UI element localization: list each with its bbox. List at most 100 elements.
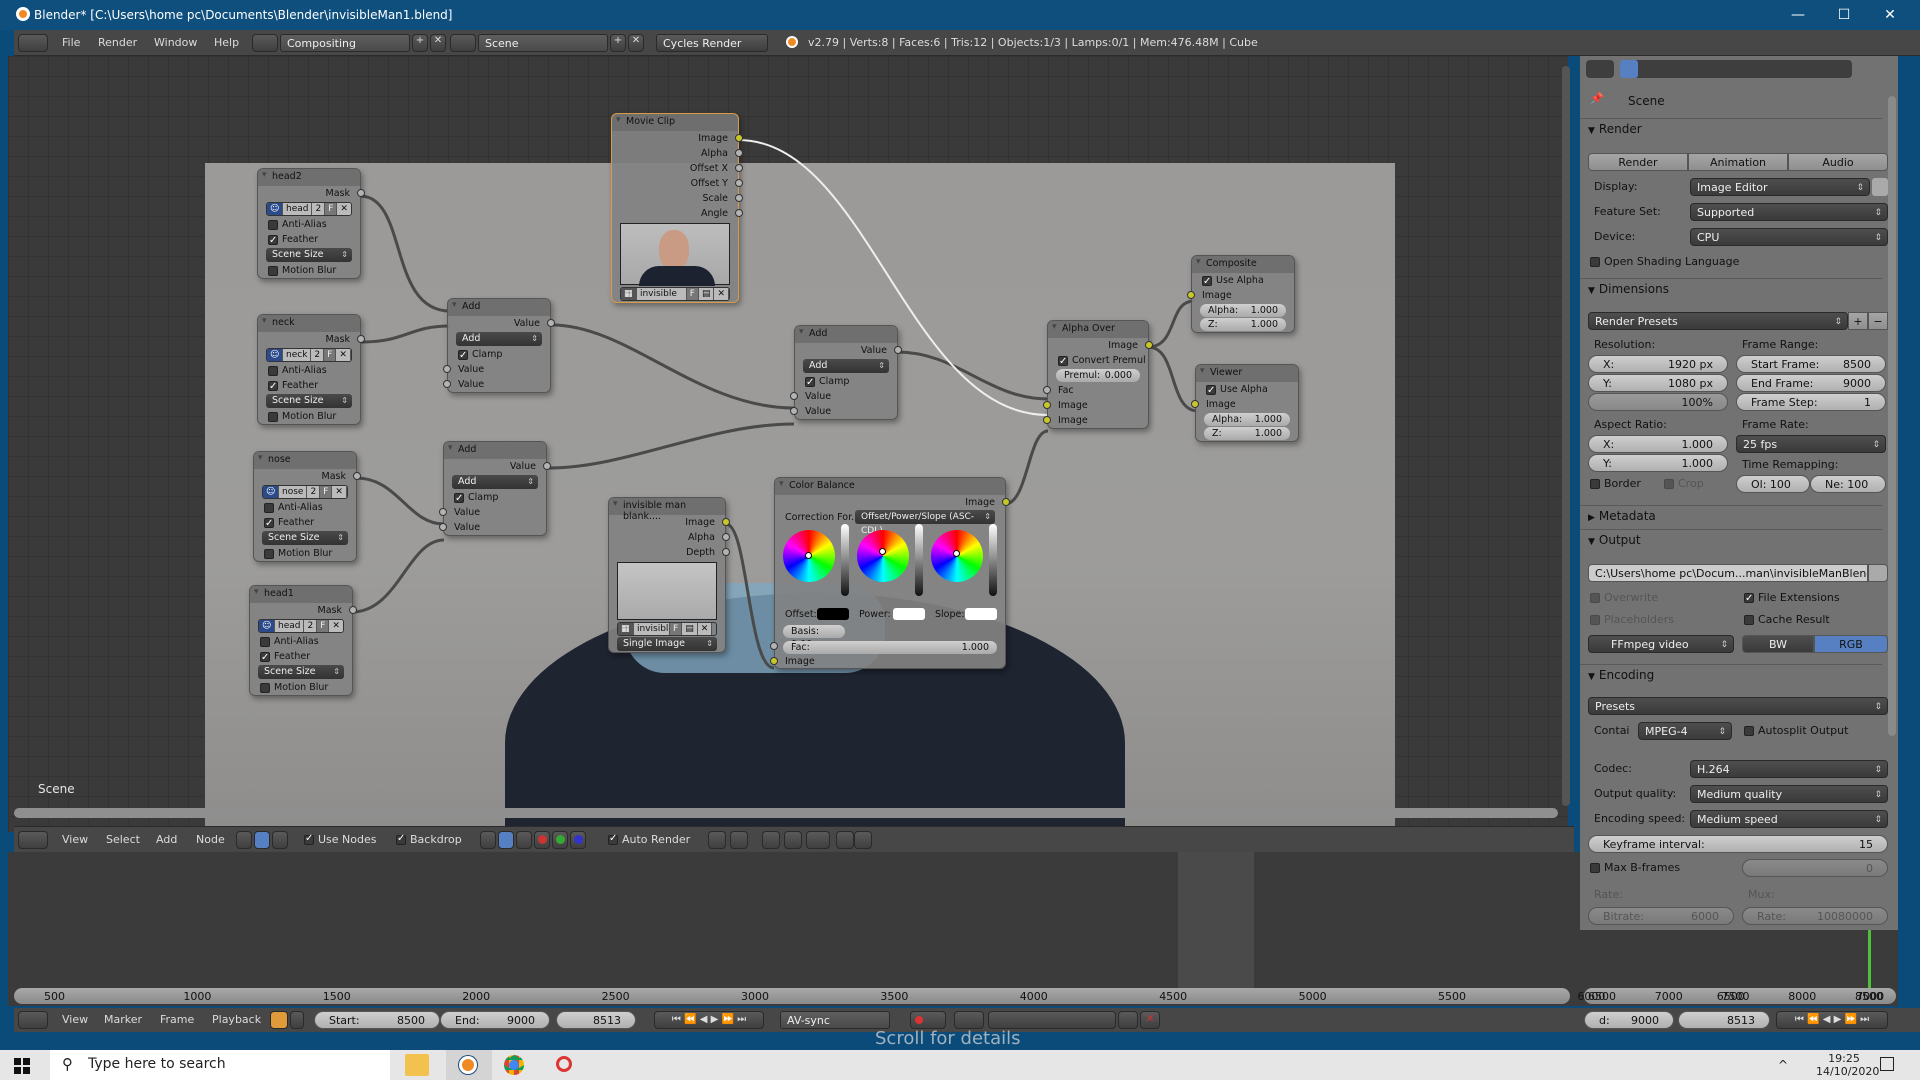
encoding-panel-header[interactable]: ▼ Encoding <box>1580 664 1882 684</box>
fake-user-button[interactable]: F <box>324 349 337 361</box>
image-input-socket[interactable] <box>1043 401 1051 409</box>
alpha-field[interactable]: Alpha: 1.000 <box>1204 413 1290 426</box>
alpha-output-socket[interactable] <box>735 149 743 157</box>
show-hidden-icons[interactable]: ^ <box>1778 1058 1788 1072</box>
slope-color-wheel[interactable] <box>931 530 983 582</box>
autosplit-checkbox[interactable]: Autosplit Output <box>1744 723 1848 739</box>
node-title[interactable]: Add <box>448 299 550 316</box>
aspect-x-field[interactable]: X: 1.000 <box>1588 435 1728 453</box>
minimize-button[interactable]: — <box>1775 0 1821 30</box>
menu-file[interactable]: File <box>62 36 80 49</box>
current-frame-field-right[interactable]: 8513 <box>1678 1011 1770 1029</box>
image-input-socket[interactable] <box>1191 400 1199 408</box>
snipping-tool-icon[interactable] <box>554 1054 574 1076</box>
fac-field[interactable]: Fac: 1.000 <box>783 641 997 654</box>
value-input-socket[interactable] <box>443 365 451 373</box>
math-node-add-2[interactable]: Add Value Add Clamp Value Value <box>439 441 551 536</box>
image-output-socket[interactable] <box>1145 341 1153 349</box>
mask-socket[interactable] <box>357 189 365 197</box>
taskbar-search-box[interactable]: ⚲ Type here to search <box>50 1050 390 1080</box>
crop-checkbox[interactable]: Crop <box>1664 476 1704 492</box>
paste-nodes-icon[interactable] <box>854 831 872 849</box>
max-b-frames-checkbox[interactable]: Max B-frames <box>1590 860 1680 876</box>
notifications-icon[interactable] <box>1880 1057 1894 1071</box>
checkbox[interactable] <box>1664 479 1674 489</box>
display-dropdown[interactable]: Image Editor <box>1690 178 1870 197</box>
slope-value-slider[interactable] <box>989 524 997 596</box>
image-source-dropdown[interactable]: Single Image <box>617 637 717 651</box>
close-button[interactable]: ✕ <box>1867 0 1913 30</box>
premul-field[interactable]: Premul: 0.000 <box>1056 369 1140 382</box>
menu-window[interactable]: Window <box>154 36 197 49</box>
file-extensions-checkbox[interactable]: File Extensions <box>1744 590 1840 607</box>
value-input-socket[interactable] <box>790 407 798 415</box>
motion-blur-checkbox[interactable]: Motion Blur <box>250 680 352 695</box>
composite-node[interactable]: Composite Use Alpha Image Alpha: 1.000 Z:… <box>1187 255 1295 333</box>
checkbox[interactable] <box>260 636 270 647</box>
mask-node-head2[interactable]: head2 Mask ☺head2F✕ Anti-Alias Feather S… <box>257 168 365 279</box>
compositing-nodes-icon[interactable] <box>254 831 270 849</box>
checkbox[interactable] <box>268 379 278 394</box>
mask-name[interactable]: head <box>275 620 305 632</box>
placeholders-checkbox[interactable]: Placeholders <box>1590 612 1674 628</box>
use-nodes-checkbox[interactable]: Use Nodes <box>304 833 377 846</box>
horizontal-scrollbar[interactable] <box>14 808 1558 818</box>
mux-rate-field[interactable]: Rate: 10080000 <box>1742 907 1888 925</box>
sync-mode-dropdown[interactable]: AV-sync <box>780 1011 890 1029</box>
power-color-swatch[interactable] <box>893 608 925 620</box>
frame-rate-dropdown[interactable]: 25 fps <box>1736 435 1886 454</box>
aspect-y-field[interactable]: Y: 1.000 <box>1588 454 1728 472</box>
anti-alias-checkbox[interactable]: Anti-Alias <box>258 217 360 232</box>
fake-user-button[interactable]: F <box>670 623 683 635</box>
alpha-over-node[interactable]: Alpha Over Image Convert Premul Premul:0… <box>1043 320 1153 429</box>
use-alpha-checkbox[interactable]: Use Alpha <box>1196 382 1298 398</box>
scene-tab-icon[interactable] <box>1656 60 1674 78</box>
snap-magnet-icon[interactable] <box>784 831 802 849</box>
alpha-field[interactable]: Alpha: 1.000 <box>1200 304 1286 317</box>
dimensions-panel-header[interactable]: ▼ Dimensions <box>1580 278 1882 298</box>
menu-playback[interactable]: Playback <box>212 1013 261 1026</box>
insert-keyframe-icon[interactable] <box>1118 1011 1138 1029</box>
resolution-x-field[interactable]: X: 1920 px <box>1588 355 1728 373</box>
file-explorer-icon[interactable] <box>405 1054 429 1076</box>
unlink-icon[interactable]: ✕ <box>714 288 729 300</box>
fake-user-button[interactable]: F <box>320 486 333 498</box>
output-quality-dropdown[interactable]: Medium quality <box>1690 785 1888 804</box>
image-input-socket[interactable] <box>770 657 778 665</box>
render-button[interactable]: Render <box>1588 153 1688 171</box>
depth-output-socket[interactable] <box>722 548 730 556</box>
editor-type-node-icon[interactable] <box>18 831 48 849</box>
menu-marker[interactable]: Marker <box>104 1013 142 1026</box>
mask-node-neck[interactable]: neck Mask ☺neck2F✕ Anti-Alias Feather Sc… <box>257 314 365 425</box>
size-source-dropdown[interactable]: Scene Size <box>262 531 348 545</box>
offset-color-swatch[interactable] <box>817 608 849 620</box>
image-output-socket[interactable] <box>735 134 743 142</box>
checkbox[interactable] <box>454 491 464 506</box>
offset-color-wheel[interactable] <box>783 530 835 582</box>
anti-alias-checkbox[interactable]: Anti-Alias <box>250 634 352 649</box>
editor-type-properties-icon[interactable] <box>1586 60 1614 78</box>
fac-input-socket[interactable] <box>770 642 778 650</box>
mask-name[interactable]: nose <box>279 486 308 498</box>
node-title[interactable]: nose <box>254 452 356 469</box>
delete-keyframe-icon[interactable]: ✕ <box>1140 1011 1160 1029</box>
screen-layout-field[interactable]: Compositing <box>280 34 410 52</box>
image-output-socket[interactable] <box>1002 498 1010 506</box>
checkbox[interactable] <box>458 348 468 363</box>
unlink-icon[interactable]: ✕ <box>337 203 351 215</box>
slope-color-swatch[interactable] <box>965 608 997 620</box>
mask-selector[interactable]: ☺ nose 2 F ✕ <box>262 485 348 499</box>
math-node-add-3[interactable]: Add Value Add Clamp Value Value <box>790 325 902 420</box>
end-frame-field-right[interactable]: d: 9000 <box>1584 1011 1674 1029</box>
feather-checkbox[interactable]: Feather <box>254 515 356 531</box>
clip-selector[interactable]: ▦ invisible F ▤ ✕ <box>620 287 730 301</box>
backdrop-channel-color-icon[interactable] <box>498 831 514 849</box>
playback-controls[interactable]: ⏮ ⏪ ◀ ▶ ⏩ ⏭ <box>654 1011 764 1029</box>
menu-select[interactable]: Select <box>106 833 140 846</box>
checkbox[interactable] <box>304 833 314 845</box>
node-title[interactable]: head2 <box>258 169 360 186</box>
end-frame-field[interactable]: End Frame: 9000 <box>1736 374 1886 392</box>
keying-set-field[interactable] <box>988 1011 1116 1029</box>
add-screen-button[interactable]: + <box>412 34 428 52</box>
remove-screen-button[interactable]: ✕ <box>430 34 446 52</box>
